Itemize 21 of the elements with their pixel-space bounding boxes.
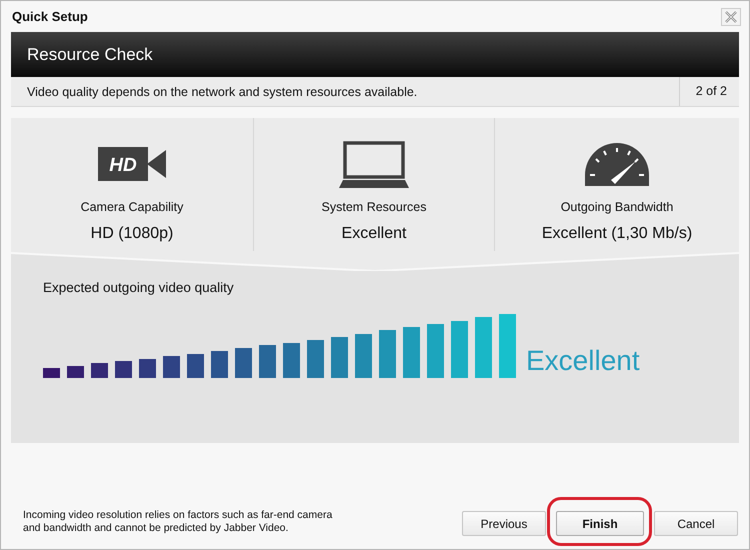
card-label: Camera Capability [80, 200, 184, 214]
header-title: Resource Check [27, 44, 153, 64]
dialog-button[interactable]: Cancel [654, 511, 738, 536]
hd-label: HD [109, 155, 137, 176]
window-title: Quick Setup [11, 9, 88, 24]
card-value: Excellent [342, 225, 406, 243]
dialog-button[interactable]: Finish [556, 511, 644, 536]
info-text: Video quality depends on the network and system resources available. [26, 84, 418, 98]
footer-note: Incoming video resolution relies on factors such as far-end camera and bandwidth and cannot be predicted by Jabber Video. [22, 509, 334, 535]
card-label: System Resources [322, 200, 426, 214]
close-button[interactable] [721, 8, 741, 26]
dialog-button[interactable]: Previous [462, 511, 546, 536]
card-value: HD (1080p) [90, 225, 174, 243]
card-label: Outgoing Bandwidth [560, 200, 674, 214]
close-icon [725, 10, 737, 22]
quality-label: Expected outgoing video quality [43, 280, 235, 295]
step-counter: 2 of 2 [678, 77, 739, 106]
card-value: Excellent (1,30 Mb/s) [542, 225, 692, 243]
quality-reading: Excellent [526, 345, 640, 377]
laptop-icon [339, 140, 409, 188]
gauge-icon [584, 142, 650, 186]
